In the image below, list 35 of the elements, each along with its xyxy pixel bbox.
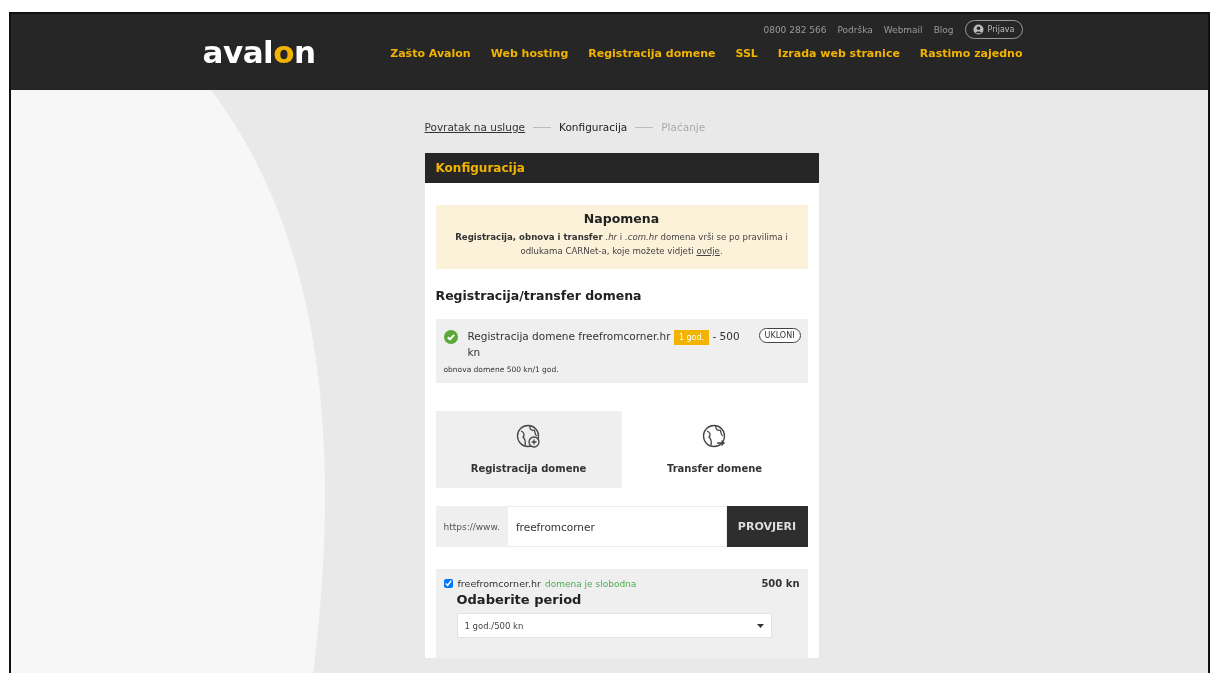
domain-checkbox[interactable] [443,579,453,589]
nav-link[interactable]: Rastimo zajedno [919,47,1023,60]
user-icon [972,24,984,35]
globe-plus-icon [516,424,541,450]
top-link[interactable]: Webmail [883,24,923,35]
notice-title: Napomena [582,211,661,226]
period-label: Odaberite period [456,592,583,608]
card-title: Konfiguracija [424,153,819,183]
breadcrumb-link[interactable]: Povratak na usluge [424,121,526,133]
cart-item-text: Registracija domene freefromcorner.hr 1 god. - 500 kn [467,328,741,361]
domain-tab[interactable]: Registracija domene [435,411,622,489]
section-title: Registracija/transfer domena [435,287,643,303]
remove-button[interactable]: UKLONI [758,327,801,343]
nav-link[interactable]: Web hosting [490,47,569,60]
notice-text: Registracija, obnova i transfer .hr i .com.hr domena vrši se po pravilima i odlukama CARNet-a, koje možete vidjeti ovdje. [454,231,789,258]
top-link[interactable]: Blog [933,24,954,35]
domain-input-field[interactable]: freefromcorner [507,506,727,548]
top-link[interactable]: Podrška [837,24,873,35]
caret-icon [756,623,764,628]
breadcrumb-current: Konfiguracija [559,121,628,133]
logo[interactable]: avalon [202,34,316,70]
top-link[interactable]: 0800 282 566 [763,24,827,35]
nav-link[interactable]: Zašto Avalon [390,47,471,60]
url-prefix: https://www. [435,506,508,548]
domain-name: freefromcorner.hr [457,578,541,590]
nav-link[interactable]: Registracija domene [588,47,716,60]
period-badge: 1 god. [673,329,710,345]
domain-price: 500 kn [761,578,800,590]
check-button[interactable]: PROVJERI [726,506,808,548]
breadcrumb-step: Plaćanje [661,121,706,133]
here-link[interactable]: ovdje [696,245,720,256]
nav-link[interactable]: Izrada web stranice [777,47,900,60]
period-dropdown[interactable]: 1 god./500 kn [456,613,772,639]
availability-status: domena je slobodna [544,578,638,589]
nav-link[interactable]: SSL [735,47,758,60]
